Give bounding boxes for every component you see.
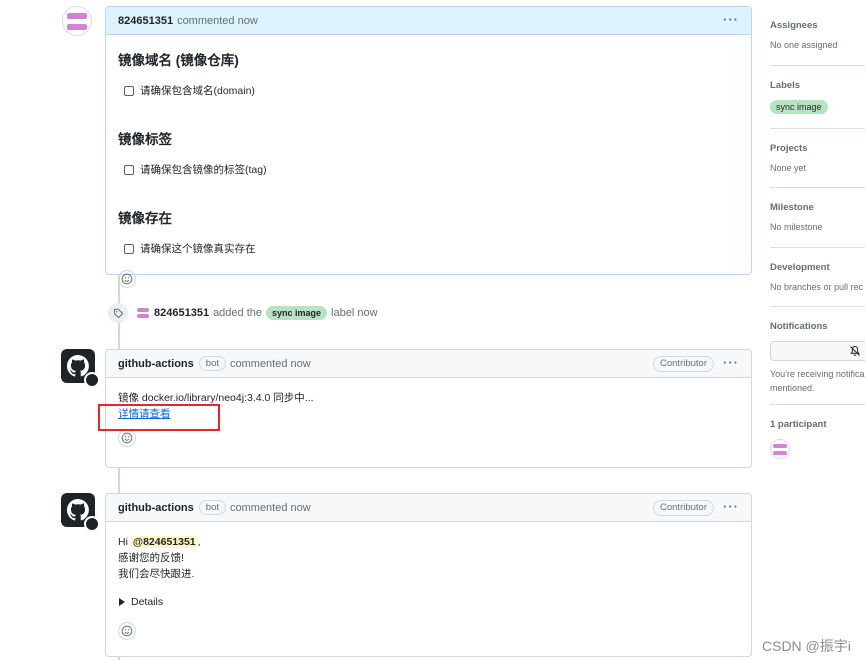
section-heading-exists: 镜像存在: [118, 211, 172, 226]
mention-suffix: ,: [197, 536, 201, 548]
task-item-exists: 请确保这个镜像真实存在: [124, 241, 739, 256]
comment-options-icon[interactable]: ···: [723, 499, 739, 514]
task-checkbox[interactable]: [124, 85, 134, 96]
comment-body: Hi @824651351, 感谢您的反馈! 我们会尽快跟进. Details: [106, 522, 751, 650]
contributor-badge: Contributor: [653, 500, 714, 516]
greeting-line: Hi @824651351,: [118, 534, 739, 550]
sidebar-projects-title[interactable]: Projects: [770, 143, 865, 154]
sidebar-participants: 1 participant: [770, 419, 865, 459]
comment-body: 镜像域名 (镜像仓库) 请确保包含域名(domain) 镜像标签 请确保包含镜像…: [106, 35, 751, 298]
comment-options-icon[interactable]: ···: [723, 12, 739, 27]
sidebar-development[interactable]: Development No branches or pull rec: [770, 262, 865, 292]
sidebar-participants-title: 1 participant: [770, 419, 827, 430]
comment-header: github-actions bot commented now Contrib…: [106, 494, 751, 522]
comment-header: github-actions bot commented now Contrib…: [106, 350, 751, 378]
details-disclosure[interactable]: Details: [118, 594, 739, 610]
github-actions-avatar[interactable]: [61, 493, 100, 532]
add-reaction-button[interactable]: [118, 270, 136, 288]
add-reaction-button[interactable]: [118, 622, 136, 640]
sidebar-milestone-value: No milestone: [770, 222, 823, 232]
smiley-icon: [121, 625, 133, 637]
comment-author[interactable]: github-actions: [118, 502, 194, 514]
sidebar-label-sync-image[interactable]: sync image: [770, 100, 828, 114]
comment-options-icon[interactable]: ···: [723, 355, 739, 370]
section-heading-tag: 镜像标签: [118, 132, 172, 147]
sidebar-projects-value: None yet: [770, 163, 807, 173]
author-avatar[interactable]: [62, 6, 92, 36]
user-mention-link[interactable]: @824651351: [130, 536, 198, 548]
greeting-word: Hi: [118, 536, 128, 548]
issue-body-comment: 824651351 commented now ··· 镜像域名 (镜像仓库) …: [105, 6, 752, 288]
comment-meta[interactable]: commented now: [230, 358, 311, 370]
app-badge-icon: [84, 372, 100, 388]
participant-avatar[interactable]: [770, 439, 790, 459]
label-added-event: 824651351 added the sync image label now: [108, 302, 378, 324]
sidebar-labels-title[interactable]: Labels: [770, 80, 865, 91]
task-label: 请确保这个镜像真实存在: [140, 243, 256, 255]
sidebar-divider: [770, 187, 865, 188]
smiley-icon: [121, 432, 133, 444]
sidebar-divider: [770, 404, 865, 405]
sidebar-assignees[interactable]: Assignees No one assigned: [770, 20, 865, 50]
notifications-reason-line1: You're receiving notifica: [770, 369, 865, 379]
task-label: 请确保包含域名(domain): [140, 85, 255, 97]
details-summary[interactable]: Details: [131, 594, 163, 610]
task-label: 请确保包含镜像的标签(tag): [140, 164, 267, 176]
smiley-icon: [121, 273, 133, 285]
unsubscribe-button[interactable]: [770, 341, 865, 361]
github-actions-avatar[interactable]: [61, 349, 100, 388]
comment-meta[interactable]: commented now: [177, 15, 258, 27]
sidebar-notifications-title: Notifications: [770, 321, 828, 332]
comment-meta[interactable]: commented now: [230, 502, 311, 514]
add-reaction-button[interactable]: [118, 429, 136, 447]
event-actor[interactable]: 824651351: [154, 307, 209, 319]
task-checkbox[interactable]: [124, 243, 134, 254]
watermark-text: CSDN @振宇i: [762, 638, 851, 654]
sidebar-milestone-title[interactable]: Milestone: [770, 202, 865, 213]
comment-header: 824651351 commented now ···: [106, 7, 751, 35]
thanks-line: 感谢您的反馈!: [118, 552, 184, 564]
contributor-badge: Contributor: [653, 356, 714, 372]
task-item-tag: 请确保包含镜像的标签(tag): [124, 162, 739, 177]
sidebar-divider: [770, 247, 865, 248]
sidebar-assignees-value: No one assigned: [770, 40, 838, 50]
bot-badge: bot: [198, 500, 226, 515]
bot-comment-thanks: github-actions bot commented now Contrib…: [105, 493, 752, 657]
sidebar-labels[interactable]: Labels sync image: [770, 80, 865, 114]
sidebar-projects[interactable]: Projects None yet: [770, 143, 865, 173]
sidebar-divider: [770, 128, 865, 129]
triangle-right-icon: [119, 598, 125, 606]
notifications-reason-line2: mentioned.: [770, 383, 815, 393]
event-action: added the: [213, 307, 262, 319]
followup-line: 我们会尽快跟进.: [118, 568, 195, 580]
sidebar-assignees-title[interactable]: Assignees: [770, 20, 865, 31]
section-heading-domain: 镜像域名 (镜像仓库): [118, 53, 239, 68]
task-item-domain: 请确保包含域名(domain): [124, 83, 739, 98]
tag-icon: [113, 308, 123, 318]
tag-icon-badge: [108, 303, 128, 323]
annotation-highlight-box: [98, 404, 220, 431]
bot-badge: bot: [198, 356, 226, 371]
event-actor-avatar[interactable]: [136, 306, 150, 320]
issue-sidebar: Assignees No one assigned Labels sync im…: [770, 0, 865, 660]
app-badge-icon: [84, 516, 100, 532]
sidebar-notifications: Notifications You're receiving notifica …: [770, 321, 865, 395]
sidebar-milestone[interactable]: Milestone No milestone: [770, 202, 865, 232]
sidebar-development-title[interactable]: Development: [770, 262, 865, 273]
label-sync-image[interactable]: sync image: [266, 306, 328, 320]
comment-author[interactable]: github-actions: [118, 358, 194, 370]
sidebar-development-value: No branches or pull rec: [770, 282, 864, 292]
task-checkbox[interactable]: [124, 164, 134, 175]
sidebar-divider: [770, 65, 865, 66]
comment-author[interactable]: 824651351: [118, 15, 173, 27]
sidebar-divider: [770, 306, 865, 307]
bell-slash-icon: [850, 346, 860, 356]
event-suffix: label now: [331, 307, 378, 319]
